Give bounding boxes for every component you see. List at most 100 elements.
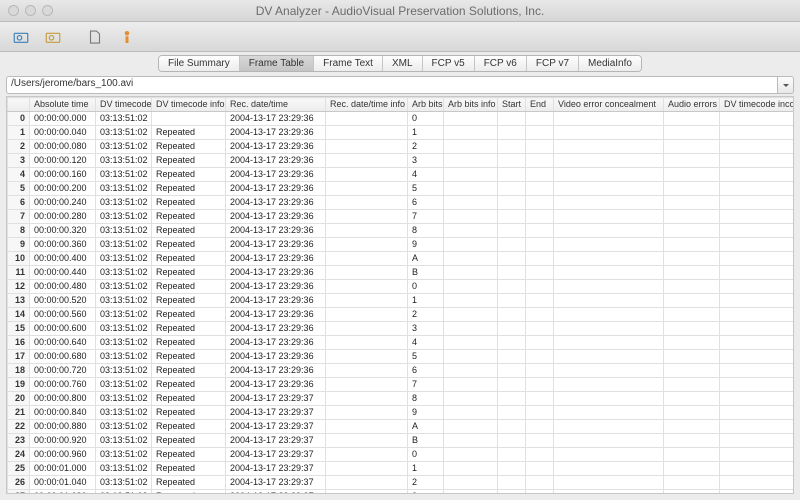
column-header[interactable]: Audio errors	[664, 98, 720, 112]
table-row[interactable]: 1300:00:00.52003:13:51:02Repeated2004-13…	[8, 294, 795, 308]
cell: 9	[8, 238, 30, 252]
table-row[interactable]: 800:00:00.32003:13:51:02Repeated2004-13-…	[8, 224, 795, 238]
cell	[326, 336, 408, 350]
table-row[interactable]: 2200:00:00.88003:13:51:02Repeated2004-13…	[8, 420, 795, 434]
column-header[interactable]: Rec. date/time info	[326, 98, 408, 112]
search-button[interactable]	[38, 25, 68, 49]
tab-fcp-v7[interactable]: FCP v7	[527, 56, 579, 71]
table-row[interactable]: 1800:00:00.72003:13:51:02Repeated2004-13…	[8, 364, 795, 378]
cell: 00:00:00.280	[30, 210, 96, 224]
column-header[interactable]: Start	[498, 98, 526, 112]
table-row[interactable]: 2300:00:00.92003:13:51:02Repeated2004-13…	[8, 434, 795, 448]
frame-table[interactable]: Absolute timeDV timecodeDV timecode info…	[6, 96, 794, 494]
tab-xml[interactable]: XML	[383, 56, 423, 71]
table-row[interactable]: 2000:00:00.80003:13:51:02Repeated2004-13…	[8, 392, 795, 406]
table-row[interactable]: 600:00:00.24003:13:51:02Repeated2004-13-…	[8, 196, 795, 210]
file-path-dropdown[interactable]	[778, 76, 794, 94]
cell: 03:13:51:02	[96, 378, 152, 392]
file-path-field[interactable]: /Users/jerome/bars_100.avi	[6, 76, 778, 94]
table-row[interactable]: 1000:00:00.40003:13:51:02Repeated2004-13…	[8, 252, 795, 266]
tab-frame-text[interactable]: Frame Text	[314, 56, 383, 71]
tab-fcp-v6[interactable]: FCP v6	[475, 56, 527, 71]
table-row[interactable]: 2100:00:00.84003:13:51:02Repeated2004-13…	[8, 406, 795, 420]
table-row[interactable]: 500:00:00.20003:13:51:02Repeated2004-13-…	[8, 182, 795, 196]
table-row[interactable]: 400:00:00.16003:13:51:02Repeated2004-13-…	[8, 168, 795, 182]
table-row[interactable]: 1200:00:00.48003:13:51:02Repeated2004-13…	[8, 280, 795, 294]
cell: 00:00:00.760	[30, 378, 96, 392]
cell: Repeated	[152, 336, 226, 350]
cell: 26	[8, 476, 30, 490]
cell	[326, 434, 408, 448]
tab-mediainfo[interactable]: MediaInfo	[579, 56, 641, 71]
cell	[444, 350, 498, 364]
cell	[554, 490, 664, 495]
table-row[interactable]: 1500:00:00.60003:13:51:02Repeated2004-13…	[8, 322, 795, 336]
table-row[interactable]: 1100:00:00.44003:13:51:02Repeated2004-13…	[8, 266, 795, 280]
cell	[554, 252, 664, 266]
cell	[498, 266, 526, 280]
zoom-icon[interactable]	[42, 5, 53, 16]
table-row[interactable]: 300:00:00.12003:13:51:02Repeated2004-13-…	[8, 154, 795, 168]
table-row[interactable]: 100:00:00.04003:13:51:02Repeated2004-13-…	[8, 126, 795, 140]
column-header[interactable]: DV timecode info	[152, 98, 226, 112]
tab-fcp-v5[interactable]: FCP v5	[423, 56, 475, 71]
cell	[720, 378, 795, 392]
cell: 2004-13-17 23:29:36	[226, 182, 326, 196]
table-row[interactable]: 1700:00:00.68003:13:51:02Repeated2004-13…	[8, 350, 795, 364]
cell	[498, 336, 526, 350]
table-row[interactable]: 2400:00:00.96003:13:51:02Repeated2004-13…	[8, 448, 795, 462]
column-header[interactable]: Video error concealment	[554, 98, 664, 112]
table-row[interactable]: 700:00:00.28003:13:51:02Repeated2004-13-…	[8, 210, 795, 224]
cell	[554, 168, 664, 182]
column-header[interactable]: Rec. date/time	[226, 98, 326, 112]
cell	[444, 252, 498, 266]
table-row[interactable]: 2700:00:01.08003:13:51:02Repeated2004-13…	[8, 490, 795, 495]
column-header[interactable]: DV timecode	[96, 98, 152, 112]
cell: 2004-13-17 23:29:36	[226, 336, 326, 350]
cell	[554, 336, 664, 350]
cell	[444, 266, 498, 280]
cell	[526, 434, 554, 448]
cell	[664, 392, 720, 406]
column-header[interactable]: Arb bits	[408, 98, 444, 112]
table-row[interactable]: 200:00:00.08003:13:51:02Repeated2004-13-…	[8, 140, 795, 154]
cell	[498, 476, 526, 490]
tab-frame-table[interactable]: Frame Table	[240, 56, 314, 71]
table-row[interactable]: 2600:00:01.04003:13:51:02Repeated2004-13…	[8, 476, 795, 490]
cell	[326, 196, 408, 210]
cell	[526, 392, 554, 406]
table-row[interactable]: 1400:00:00.56003:13:51:02Repeated2004-13…	[8, 308, 795, 322]
table-row[interactable]: 2500:00:01.00003:13:51:02Repeated2004-13…	[8, 462, 795, 476]
cell	[526, 350, 554, 364]
cell: 2004-13-17 23:29:36	[226, 168, 326, 182]
column-header[interactable]: Arb bits info	[444, 98, 498, 112]
table-row[interactable]: 900:00:00.36003:13:51:02Repeated2004-13-…	[8, 238, 795, 252]
table-header-row[interactable]: Absolute timeDV timecodeDV timecode info…	[8, 98, 795, 112]
cell	[326, 420, 408, 434]
open-file-button[interactable]	[6, 25, 36, 49]
cell	[664, 336, 720, 350]
minimize-icon[interactable]	[25, 5, 36, 16]
cell	[664, 210, 720, 224]
cell: Repeated	[152, 308, 226, 322]
help-button[interactable]	[112, 25, 142, 49]
cell: 15	[8, 322, 30, 336]
column-header[interactable]: End	[526, 98, 554, 112]
cell	[720, 224, 795, 238]
cell: 3	[408, 154, 444, 168]
tab-file-summary[interactable]: File Summary	[159, 56, 240, 71]
cell	[526, 448, 554, 462]
cell: Repeated	[152, 224, 226, 238]
cell: 6	[408, 196, 444, 210]
table-row[interactable]: 1900:00:00.76003:13:51:02Repeated2004-13…	[8, 378, 795, 392]
close-icon[interactable]	[8, 5, 19, 16]
column-header[interactable]: DV timecode incoherency	[720, 98, 795, 112]
cell	[664, 280, 720, 294]
cell	[664, 406, 720, 420]
export-button[interactable]	[80, 25, 110, 49]
cell: 03:13:51:02	[96, 462, 152, 476]
table-row[interactable]: 1600:00:00.64003:13:51:02Repeated2004-13…	[8, 336, 795, 350]
column-header[interactable]: Absolute time	[30, 98, 96, 112]
column-header[interactable]	[8, 98, 30, 112]
table-row[interactable]: 000:00:00.00003:13:51:022004-13-17 23:29…	[8, 112, 795, 126]
